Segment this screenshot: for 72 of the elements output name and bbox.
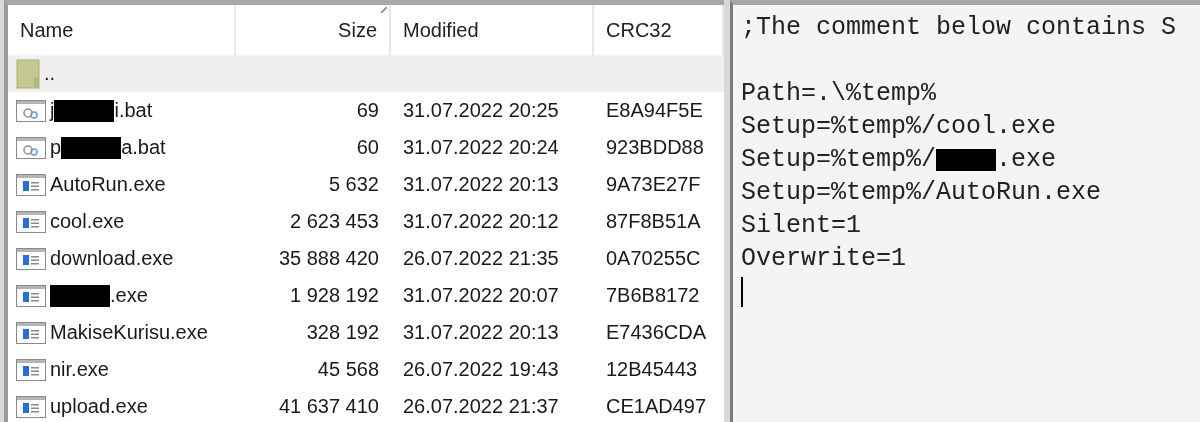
- file-name: AutoRun.exe: [50, 173, 166, 196]
- crc-value: 923BDD88: [606, 136, 704, 159]
- file-size: 328 192: [306, 321, 379, 344]
- file-name: .exe: [110, 284, 148, 307]
- crc-value: CE1AD497: [606, 395, 707, 418]
- program-window-icon: [16, 358, 46, 381]
- modified-date: 26.07.2022 19:43: [403, 358, 559, 381]
- comment-line: Setup=%temp%/: [741, 145, 937, 174]
- file-row[interactable]: cool.exe 2 623 453 31.07.2022 20:12 87F8B51A: [8, 203, 724, 240]
- file-row[interactable]: MakiseKurisu.exe 328 192 31.07.2022 20:13 E7436CDA: [8, 314, 724, 351]
- crc-value: E8A94F5E: [606, 99, 703, 122]
- file-size: 45 568: [317, 358, 379, 381]
- file-row[interactable]: p a.bat 60 31.07.2022 20:24 923BDD88: [8, 129, 724, 166]
- redaction-bar: [61, 136, 122, 159]
- modified-date: 31.07.2022 20:13: [403, 173, 559, 196]
- file-row[interactable]: upload.exe 41 637 410 26.07.2022 21:37 CE1AD497: [8, 388, 724, 422]
- file-name: ..: [44, 62, 56, 85]
- modified-date: 31.07.2022 20:24: [403, 136, 559, 159]
- crc-value: 0A70255C: [606, 247, 701, 270]
- file-name: download.exe: [50, 247, 174, 270]
- modified-date: 31.07.2022 20:07: [403, 284, 559, 307]
- file-row[interactable]: ..: [8, 55, 724, 92]
- file-size: 69: [356, 99, 379, 122]
- file-size: 35 888 420: [278, 247, 379, 270]
- program-window-icon: [16, 210, 46, 233]
- crc-value: 7B6B8172: [606, 284, 700, 307]
- file-name: i.bat: [114, 99, 153, 122]
- program-window-icon: [16, 173, 46, 196]
- file-name: nir.exe: [50, 358, 109, 381]
- gear-window-icon: [16, 99, 46, 122]
- comment-line: Setup=%temp%/cool.exe: [741, 112, 1057, 141]
- file-row[interactable]: nir.exe 45 568 26.07.2022 19:43 12B45443: [8, 351, 724, 388]
- file-size: 5 632: [328, 173, 379, 196]
- modified-date: 31.07.2022 20:13: [403, 321, 559, 344]
- crc-value: 87F8B51A: [606, 210, 701, 233]
- file-row[interactable]: AutoRun.exe 5 632 31.07.2022 20:13 9A73E27F: [8, 166, 724, 203]
- file-row[interactable]: download.exe 35 888 420 26.07.2022 21:35 0A70255C: [8, 240, 724, 277]
- crc-value: E7436CDA: [606, 321, 707, 344]
- modified-date: 26.07.2022 21:35: [403, 247, 559, 270]
- redaction-bar: [50, 284, 110, 307]
- file-size: 2 623 453: [290, 210, 379, 233]
- modified-date: 31.07.2022 20:25: [403, 99, 559, 122]
- redaction-bar: [936, 148, 997, 171]
- file-name: cool.exe: [50, 210, 125, 233]
- file-size: 60: [356, 136, 379, 159]
- file-name: j: [50, 99, 55, 122]
- file-size: 41 637 410: [278, 395, 379, 418]
- program-window-icon: [16, 395, 46, 418]
- folder-icon: [16, 58, 40, 89]
- comment-line: Silent=1: [741, 211, 862, 240]
- modified-date: 31.07.2022 20:12: [403, 210, 559, 233]
- comment-line: Overwrite=1: [741, 244, 907, 273]
- modified-date: 26.07.2022 21:37: [403, 395, 559, 418]
- file-size: 1 928 192: [290, 284, 379, 307]
- file-row[interactable]: j i.bat 69 31.07.2022 20:25 E8A94F5E: [8, 92, 724, 129]
- crc-value: 12B45443: [606, 358, 698, 381]
- comment-line: Path=.\%temp%: [741, 79, 937, 108]
- redaction-bar: [54, 99, 115, 122]
- file-name: p: [50, 136, 62, 159]
- program-window-icon: [16, 284, 46, 307]
- program-window-icon: [16, 247, 46, 270]
- comment-line: Setup=%temp%/AutoRun.exe: [741, 178, 1102, 207]
- comment-line: ;The comment below contains S: [741, 13, 1177, 42]
- program-window-icon: [16, 321, 46, 344]
- file-name: upload.exe: [50, 395, 148, 418]
- file-name: a.bat: [121, 136, 166, 159]
- file-row[interactable]: .exe 1 928 192 31.07.2022 20:07 7B6B8172: [8, 277, 724, 314]
- comment-editor[interactable]: ;The comment below contains S Path=.\%temp% Setup=%temp%/cool.exe Setup=%temp%/ .exe Setup=%temp%/AutoRun.exe Silent=1 Overwrite=1: [730, 0, 1200, 422]
- comment-line: .exe: [996, 145, 1057, 174]
- file-name: MakiseKurisu.exe: [50, 321, 208, 344]
- crc-value: 9A73E27F: [606, 173, 701, 196]
- gear-window-icon: [16, 136, 46, 159]
